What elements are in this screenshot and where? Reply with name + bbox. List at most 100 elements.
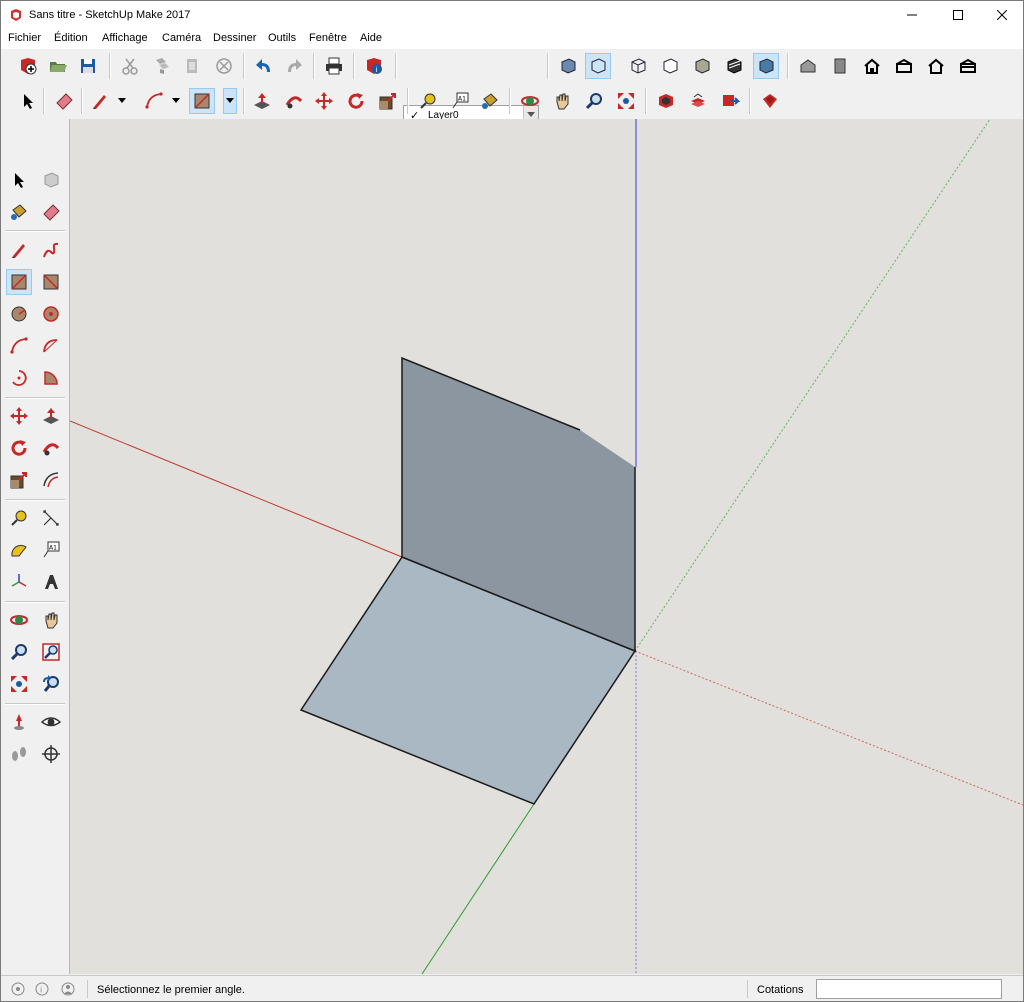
measurements-input[interactable] bbox=[816, 979, 1002, 999]
style-shaded-button[interactable] bbox=[689, 53, 715, 79]
arc-tool-button[interactable] bbox=[141, 88, 167, 114]
view-top-button[interactable] bbox=[827, 53, 853, 79]
paint-bucket-left-button[interactable] bbox=[6, 199, 32, 225]
view-front-button[interactable] bbox=[859, 53, 885, 79]
scale-left-button[interactable] bbox=[6, 467, 32, 493]
style-xray-button[interactable] bbox=[555, 53, 581, 79]
position-camera-left-button[interactable] bbox=[6, 709, 32, 735]
style-textured-button[interactable] bbox=[721, 53, 747, 79]
paint-bucket-tool-button[interactable] bbox=[477, 88, 503, 114]
extension-warehouse-button[interactable] bbox=[757, 88, 783, 114]
zoom-extents-left-button[interactable] bbox=[6, 671, 32, 697]
undo-button[interactable] bbox=[251, 53, 277, 79]
pan-left-button[interactable] bbox=[38, 607, 64, 633]
user-account-icon[interactable] bbox=[61, 982, 75, 996]
rotate-left-button[interactable] bbox=[6, 435, 32, 461]
line-tool-dropdown[interactable] bbox=[117, 88, 127, 114]
zoom-window-left-button[interactable] bbox=[38, 639, 64, 665]
eraser-left-button[interactable] bbox=[38, 199, 64, 225]
model-viewport[interactable] bbox=[70, 119, 1023, 974]
move-left-button[interactable] bbox=[6, 403, 32, 429]
pushpull-left-button[interactable] bbox=[38, 403, 64, 429]
freehand-left-button[interactable] bbox=[38, 237, 64, 263]
save-button[interactable] bbox=[75, 53, 101, 79]
rotated-rectangle-left-button[interactable] bbox=[38, 269, 64, 295]
move-tool-button[interactable] bbox=[311, 88, 337, 114]
arc-3pt-left-button[interactable] bbox=[6, 365, 32, 391]
paste-button[interactable] bbox=[179, 53, 205, 79]
text-left-button[interactable]: A1 bbox=[38, 537, 64, 563]
geolocation-icon[interactable] bbox=[11, 982, 25, 996]
menu-aide[interactable]: Aide bbox=[360, 32, 382, 44]
text-tool-button[interactable]: A1 bbox=[447, 88, 473, 114]
rotate-tool-button[interactable] bbox=[343, 88, 369, 114]
zoom-tool-button[interactable] bbox=[581, 88, 607, 114]
rectangle-left-button[interactable] bbox=[6, 269, 32, 295]
pushpull-tool-button[interactable] bbox=[249, 88, 275, 114]
style-wireframe-button[interactable] bbox=[625, 53, 651, 79]
rectangle-tool-button[interactable] bbox=[189, 88, 215, 114]
redo-button[interactable] bbox=[281, 53, 307, 79]
menu-camera[interactable]: Caméra bbox=[162, 32, 201, 44]
select-tool-left-button[interactable] bbox=[6, 167, 32, 193]
menu-dessiner[interactable]: Dessiner bbox=[213, 32, 256, 44]
delete-button[interactable] bbox=[211, 53, 237, 79]
section-plane-left-button[interactable] bbox=[38, 741, 64, 767]
tape-measure-left-button[interactable] bbox=[6, 505, 32, 531]
previous-view-left-button[interactable] bbox=[38, 671, 64, 697]
arc-2pt-left-button[interactable] bbox=[38, 333, 64, 359]
open-button[interactable] bbox=[45, 53, 71, 79]
pie-left-button[interactable] bbox=[38, 365, 64, 391]
make-component-button[interactable] bbox=[38, 167, 64, 193]
eraser-tool-button[interactable] bbox=[51, 88, 77, 114]
offset-left-button[interactable] bbox=[38, 467, 64, 493]
dimension-left-button[interactable] bbox=[38, 505, 64, 531]
menu-fichier[interactable]: Fichier bbox=[8, 32, 41, 44]
select-tool-button[interactable] bbox=[15, 88, 41, 114]
arc-left-button[interactable] bbox=[6, 333, 32, 359]
menu-outils[interactable]: Outils bbox=[268, 32, 296, 44]
warehouse-button[interactable] bbox=[653, 88, 679, 114]
minimize-button[interactable] bbox=[889, 1, 935, 29]
polygon-left-button[interactable] bbox=[38, 301, 64, 327]
look-around-left-button[interactable] bbox=[38, 709, 64, 735]
followme-left-button[interactable] bbox=[38, 435, 64, 461]
maximize-button[interactable] bbox=[935, 1, 981, 29]
cut-button[interactable] bbox=[117, 53, 143, 79]
line-tool-button[interactable] bbox=[87, 88, 113, 114]
share-model-button[interactable] bbox=[685, 88, 711, 114]
protractor-left-button[interactable] bbox=[6, 537, 32, 563]
view-left-button[interactable] bbox=[955, 53, 981, 79]
menu-fenetre[interactable]: Fenêtre bbox=[309, 32, 347, 44]
style-backedges-button[interactable] bbox=[585, 53, 611, 79]
circle-left-button[interactable] bbox=[6, 301, 32, 327]
print-button[interactable] bbox=[321, 53, 347, 79]
model-canvas[interactable] bbox=[70, 119, 1023, 974]
axes-left-button[interactable] bbox=[6, 569, 32, 595]
orbit-left-button[interactable] bbox=[6, 607, 32, 633]
followme-tool-button[interactable] bbox=[281, 88, 307, 114]
zoom-left-button[interactable] bbox=[6, 639, 32, 665]
view-right-button[interactable] bbox=[891, 53, 917, 79]
zoom-extents-tool-button[interactable] bbox=[613, 88, 639, 114]
copy-button[interactable] bbox=[149, 53, 175, 79]
share-component-button[interactable] bbox=[717, 88, 743, 114]
scale-tool-button[interactable] bbox=[375, 88, 401, 114]
walk-left-button[interactable] bbox=[6, 741, 32, 767]
line-left-button[interactable] bbox=[6, 237, 32, 263]
rectangle-tool-dropdown[interactable] bbox=[223, 88, 237, 114]
tape-measure-tool-button[interactable] bbox=[415, 88, 441, 114]
view-iso-button[interactable] bbox=[795, 53, 821, 79]
menu-affichage[interactable]: Affichage bbox=[102, 32, 148, 44]
close-button[interactable] bbox=[979, 1, 1023, 29]
orbit-tool-button[interactable] bbox=[517, 88, 543, 114]
menu-edition[interactable]: Édition bbox=[54, 32, 88, 44]
3d-text-left-button[interactable] bbox=[38, 569, 64, 595]
model-info-button[interactable]: i bbox=[361, 53, 387, 79]
credits-icon[interactable]: i bbox=[35, 982, 49, 996]
new-button[interactable] bbox=[15, 53, 41, 79]
style-hiddenline-button[interactable] bbox=[657, 53, 683, 79]
style-monochrome-button[interactable] bbox=[753, 53, 779, 79]
view-back-button[interactable] bbox=[923, 53, 949, 79]
pan-tool-button[interactable] bbox=[549, 88, 575, 114]
